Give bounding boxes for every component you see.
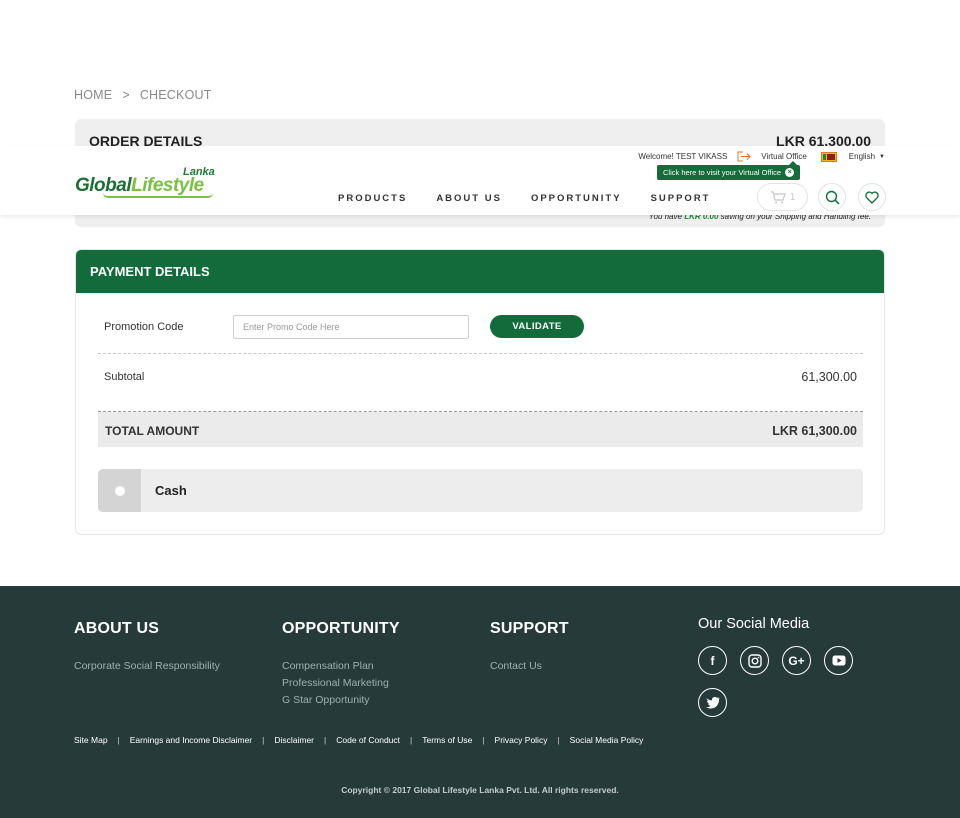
language-selector[interactable]: English [849, 152, 875, 161]
promo-code-label: Promotion Code [104, 321, 184, 333]
virtual-office-link[interactable]: Virtual Office [761, 152, 807, 161]
cart-count: 1 [789, 191, 796, 203]
total-amount-value: LKR 61,300.00 [772, 424, 857, 438]
divider: | [557, 735, 560, 745]
logo-swoosh [103, 193, 213, 198]
chevron-down-icon[interactable]: ▼ [879, 154, 885, 160]
breadcrumb-separator: > [122, 88, 130, 102]
total-amount-row: TOTAL AMOUNT LKR 61,300.00 [98, 412, 863, 447]
terms-of-use-link[interactable]: Terms of Use [422, 735, 472, 745]
code-of-conduct-link[interactable]: Code of Conduct [336, 735, 400, 745]
facebook-icon[interactable]: f [698, 646, 727, 675]
social-media-policy-link[interactable]: Social Media Policy [570, 735, 644, 745]
google-plus-icon[interactable]: G+ [782, 646, 811, 675]
logout-icon[interactable] [737, 151, 751, 162]
divider: | [482, 735, 485, 745]
sri-lanka-flag-icon [820, 151, 837, 162]
divider: | [324, 735, 327, 745]
payment-method-cash[interactable]: Cash [98, 469, 863, 512]
payment-details-card: PAYMENT DETAILS Promotion Code VALIDATE … [75, 249, 885, 535]
footer-support-column: SUPPORT Contact Us [490, 620, 569, 675]
search-button[interactable] [818, 183, 846, 211]
global-lifestyle-logo[interactable]: Lanka GlobalLifestyle [75, 166, 220, 198]
breadcrumb-current: CHECKOUT [139, 88, 212, 102]
footer-link-contact-us[interactable]: Contact Us [490, 658, 569, 675]
earnings-disclaimer-link[interactable]: Earnings and Income Disclaimer [130, 735, 252, 745]
instagram-icon[interactable] [740, 646, 769, 675]
footer-social-column: Our Social Media f G+ [698, 616, 868, 717]
nav-item-opportunity[interactable]: OPPORTUNITY [531, 193, 622, 204]
promo-code-input[interactable] [233, 315, 469, 339]
legal-links: Site Map | Earnings and Income Disclaimer… [74, 735, 643, 745]
promo-code-row: Promotion Code VALIDATE [104, 314, 864, 346]
site-footer: ABOUT US Corporate Social Responsibility… [0, 586, 960, 818]
cash-label: Cash [155, 483, 187, 498]
footer-link-csr[interactable]: Corporate Social Responsibility [74, 658, 220, 675]
footer-opportunity-column: OPPORTUNITY Compensation Plan Profession… [282, 620, 400, 709]
validate-button[interactable]: VALIDATE [490, 315, 584, 338]
copyright-text: Copyright © 2017 Global Lifestyle Lanka … [341, 785, 619, 795]
breadcrumb: HOME > CHECKOUT [74, 88, 212, 102]
site-header: Lanka GlobalLifestyle Welcome! TEST VIKA… [0, 146, 960, 215]
footer-support-title: SUPPORT [490, 620, 569, 637]
privacy-policy-link[interactable]: Privacy Policy [495, 735, 548, 745]
disclaimer-link[interactable]: Disclaimer [274, 735, 314, 745]
twitter-icon[interactable] [698, 688, 727, 717]
footer-link-g-star-opportunity[interactable]: G Star Opportunity [282, 692, 400, 709]
search-icon [825, 190, 840, 205]
subtotal-label: Subtotal [104, 371, 145, 383]
nav-item-products[interactable]: PRODUCTS [338, 193, 407, 204]
cash-radio[interactable] [98, 469, 141, 512]
subtotal-value: 61,300.00 [801, 370, 857, 384]
footer-about-title: ABOUT US [74, 620, 160, 637]
cart-button[interactable]: 1 [757, 183, 808, 211]
divider: | [117, 735, 120, 745]
total-amount-label: TOTAL AMOUNT [105, 424, 200, 438]
site-map-link[interactable]: Site Map [74, 735, 108, 745]
wishlist-button[interactable] [858, 183, 886, 211]
nav-item-about-us[interactable]: ABOUT US [436, 193, 502, 204]
welcome-text: Welcome! TEST VIKASS [638, 152, 728, 161]
header-topbar: Welcome! TEST VIKASS Virtual Office Engl… [638, 151, 885, 162]
footer-link-professional-marketing[interactable]: Professional Marketing [282, 675, 400, 692]
virtual-office-tooltip[interactable]: Click here to visit your Virtual Office … [657, 161, 801, 180]
tooltip-text: Click here to visit your Virtual Office [663, 168, 782, 177]
payment-details-title: PAYMENT DETAILS [76, 250, 884, 293]
social-icons: f G+ [698, 646, 868, 717]
radio-dot-icon [114, 485, 125, 496]
breadcrumb-home-link[interactable]: HOME [74, 88, 112, 102]
divider: | [410, 735, 413, 745]
subtotal-row: Subtotal 61,300.00 [98, 354, 863, 411]
footer-social-title: Our Social Media [698, 616, 810, 632]
footer-link-compensation-plan[interactable]: Compensation Plan [282, 658, 400, 675]
footer-opportunity-title: OPPORTUNITY [282, 620, 400, 637]
main-nav: PRODUCTS ABOUT US OPPORTUNITY SUPPORT [338, 193, 740, 204]
nav-item-support[interactable]: SUPPORT [651, 193, 711, 204]
heart-icon [865, 190, 879, 204]
youtube-icon[interactable] [824, 646, 853, 675]
cart-icon [770, 190, 786, 203]
footer-about-column: ABOUT US Corporate Social Responsibility [74, 620, 220, 675]
divider: | [262, 735, 265, 745]
close-icon[interactable]: × [785, 168, 795, 177]
